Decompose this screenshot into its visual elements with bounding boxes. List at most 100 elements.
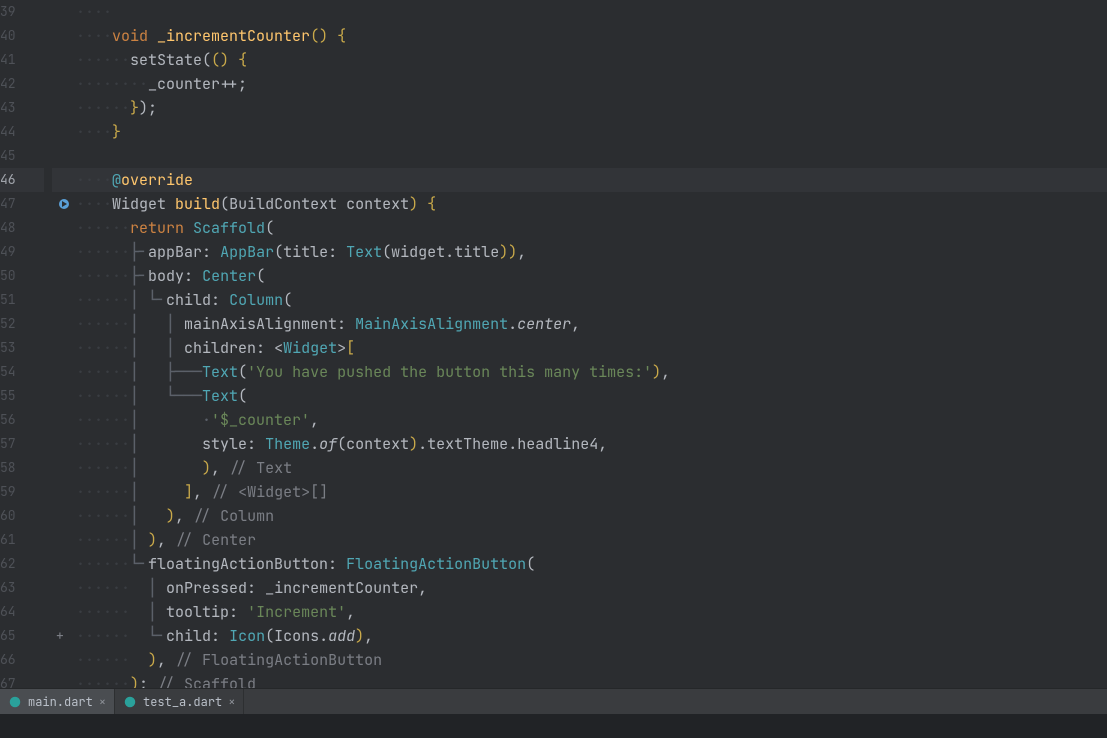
line-number[interactable]: 62 bbox=[0, 552, 44, 576]
code-line[interactable]: ········_counter++; bbox=[76, 72, 1107, 96]
line-number[interactable]: 52 bbox=[0, 312, 44, 336]
code-line[interactable]: ······ │ onPressed: _incrementCounter, bbox=[76, 576, 1107, 600]
line-number[interactable]: 43 bbox=[0, 96, 44, 120]
line-number[interactable]: 45 bbox=[0, 144, 44, 168]
close-icon[interactable]: × bbox=[228, 694, 235, 710]
code-line[interactable]: ······ ), // FloatingActionButton bbox=[76, 648, 1107, 672]
line-number[interactable]: 64 bbox=[0, 600, 44, 624]
line-number[interactable]: 58 bbox=[0, 456, 44, 480]
line-number[interactable]: 57 bbox=[0, 432, 44, 456]
code-editor[interactable]: 3940414243444546474849505152535455565758… bbox=[0, 0, 1107, 688]
gutter-mark-cell bbox=[52, 24, 76, 48]
line-number[interactable]: 44 bbox=[0, 120, 44, 144]
code-line[interactable]: ······├╴body: Center( bbox=[76, 264, 1107, 288]
code-line[interactable]: ······│ └───Text( bbox=[76, 384, 1107, 408]
line-number[interactable]: 49 bbox=[0, 240, 44, 264]
gutter-mark-cell bbox=[52, 48, 76, 72]
line-number[interactable]: 54 bbox=[0, 360, 44, 384]
gutter-mark-cell bbox=[52, 528, 76, 552]
line-number[interactable]: 41 bbox=[0, 48, 44, 72]
code-line[interactable]: ······│ └╴child: Column( bbox=[76, 288, 1107, 312]
code-line[interactable]: ······); // Scaffold bbox=[76, 672, 1107, 688]
code-line[interactable]: ······│ ), // Center bbox=[76, 528, 1107, 552]
line-number[interactable]: 63 bbox=[0, 576, 44, 600]
gutter-mark-cell bbox=[52, 240, 76, 264]
gutter-marks-column[interactable]: + bbox=[52, 0, 76, 688]
dart-file-icon bbox=[123, 695, 137, 709]
line-number[interactable]: 51 bbox=[0, 288, 44, 312]
line-number[interactable]: 50 bbox=[0, 264, 44, 288]
gutter-mark-cell bbox=[52, 192, 76, 216]
code-line[interactable]: ······ └╴child: Icon(Icons.add), bbox=[76, 624, 1107, 648]
gutter-mark-cell bbox=[52, 144, 76, 168]
gutter-mark-cell bbox=[52, 384, 76, 408]
code-line[interactable]: ······│ style: Theme.of(context).textThe… bbox=[76, 432, 1107, 456]
code-line[interactable] bbox=[76, 144, 1107, 168]
code-line[interactable]: ······│ ), // Text bbox=[76, 456, 1107, 480]
gutter-mark-cell bbox=[52, 336, 76, 360]
gutter-mark-cell bbox=[52, 72, 76, 96]
gutter-mark-cell: + bbox=[52, 624, 76, 648]
code-line[interactable]: ······│ ), // Column bbox=[76, 504, 1107, 528]
code-line[interactable]: ······}); bbox=[76, 96, 1107, 120]
line-number[interactable]: 48 bbox=[0, 216, 44, 240]
gutter-mark-cell bbox=[52, 216, 76, 240]
flutter-run-icon[interactable] bbox=[56, 196, 72, 212]
line-number[interactable]: 55 bbox=[0, 384, 44, 408]
line-number[interactable]: 56 bbox=[0, 408, 44, 432]
gutter-mark-cell bbox=[52, 576, 76, 600]
line-number[interactable]: 61 bbox=[0, 528, 44, 552]
status-area bbox=[0, 714, 1107, 738]
line-number[interactable]: 53 bbox=[0, 336, 44, 360]
code-line[interactable]: ······│ ·'$_counter', bbox=[76, 408, 1107, 432]
code-line[interactable]: ······├╴appBar: AppBar(title: Text(widge… bbox=[76, 240, 1107, 264]
close-icon[interactable]: × bbox=[99, 694, 106, 710]
code-line[interactable]: ······│ │ mainAxisAlignment: MainAxisAli… bbox=[76, 312, 1107, 336]
line-number[interactable]: 40 bbox=[0, 24, 44, 48]
dart-file-icon bbox=[8, 695, 22, 709]
line-number[interactable]: 46 bbox=[0, 168, 44, 192]
line-number[interactable]: 65 bbox=[0, 624, 44, 648]
code-line[interactable]: ······ │ tooltip: 'Increment', bbox=[76, 600, 1107, 624]
code-line[interactable]: ······│ ├───Text('You have pushed the bu… bbox=[76, 360, 1107, 384]
code-line[interactable]: ···· bbox=[76, 0, 1107, 24]
gutter-mark-cell bbox=[52, 648, 76, 672]
line-number-gutter[interactable]: 3940414243444546474849505152535455565758… bbox=[0, 0, 52, 688]
gutter-mark-cell bbox=[52, 360, 76, 384]
gutter-mark-cell bbox=[52, 408, 76, 432]
gutter-mark-cell bbox=[52, 288, 76, 312]
gutter-mark-cell bbox=[52, 168, 76, 192]
gutter-mark-cell bbox=[52, 552, 76, 576]
code-line[interactable]: ····void _incrementCounter() { bbox=[76, 24, 1107, 48]
tab-label: test_a.dart bbox=[143, 694, 222, 710]
editor-tab[interactable]: test_a.dart × bbox=[115, 689, 244, 714]
editor-tab-bar[interactable]: main.dart×test_a.dart× bbox=[0, 688, 1107, 714]
code-line[interactable]: ····@override bbox=[76, 168, 1107, 192]
gutter-mark-cell bbox=[52, 120, 76, 144]
line-number[interactable]: 60 bbox=[0, 504, 44, 528]
line-number[interactable]: 47 bbox=[0, 192, 44, 216]
line-number[interactable]: 67 bbox=[0, 672, 44, 696]
line-number[interactable]: 42 bbox=[0, 72, 44, 96]
code-line[interactable]: ······setState(() { bbox=[76, 48, 1107, 72]
code-line[interactable]: ······│ │ children: <Widget>[ bbox=[76, 336, 1107, 360]
line-number[interactable]: 59 bbox=[0, 480, 44, 504]
add-gutter-icon[interactable]: + bbox=[56, 630, 68, 642]
code-line[interactable]: ······│ ], // <Widget>[] bbox=[76, 480, 1107, 504]
gutter-mark-cell bbox=[52, 480, 76, 504]
gutter-mark-cell bbox=[52, 0, 76, 24]
code-line[interactable]: ······return Scaffold( bbox=[76, 216, 1107, 240]
code-line[interactable]: ····} bbox=[76, 120, 1107, 144]
line-number[interactable]: 39 bbox=[0, 0, 44, 24]
gutter-mark-cell bbox=[52, 96, 76, 120]
code-area[interactable]: ········void _incrementCounter() {······… bbox=[76, 0, 1107, 688]
code-line[interactable]: ······└╴floatingActionButton: FloatingAc… bbox=[76, 552, 1107, 576]
gutter-mark-cell bbox=[52, 672, 76, 696]
gutter-mark-cell bbox=[52, 432, 76, 456]
gutter-mark-cell bbox=[52, 312, 76, 336]
gutter-mark-cell bbox=[52, 264, 76, 288]
line-number[interactable]: 66 bbox=[0, 648, 44, 672]
gutter-mark-cell bbox=[52, 600, 76, 624]
gutter-mark-cell bbox=[52, 456, 76, 480]
code-line[interactable]: ····Widget build(BuildContext context) { bbox=[76, 192, 1107, 216]
